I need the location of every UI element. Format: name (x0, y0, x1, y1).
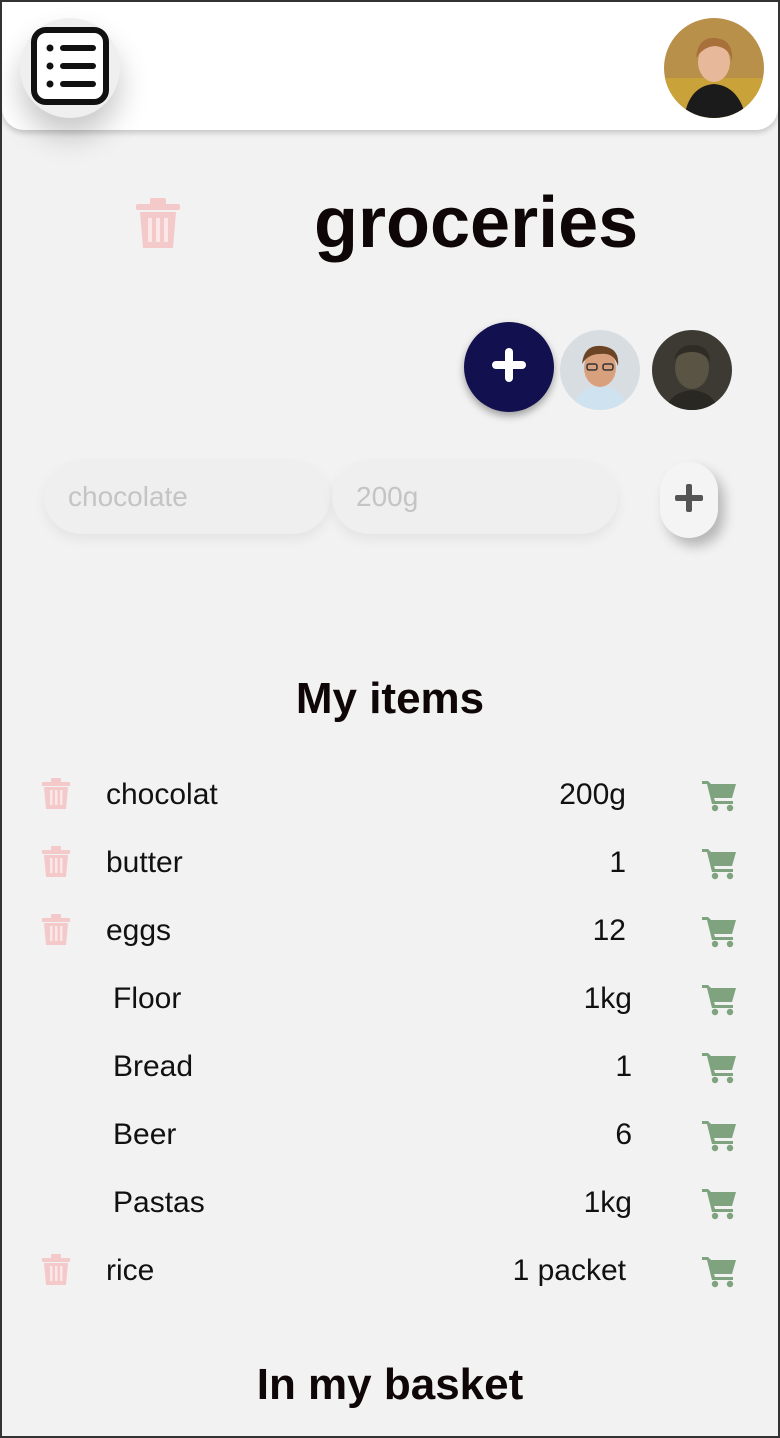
member-avatar[interactable] (560, 330, 640, 410)
add-item-button[interactable] (660, 462, 718, 538)
cart-icon[interactable] (702, 778, 738, 817)
trash-icon[interactable] (42, 846, 70, 883)
basket-heading: In my basket (256, 1360, 524, 1409)
cart-icon[interactable] (702, 1254, 738, 1293)
list-item: Floor 1kg (0, 970, 780, 1030)
item-name: Floor (113, 982, 182, 1015)
plus-icon (490, 346, 528, 389)
member-avatar[interactable] (652, 330, 732, 410)
cart-icon[interactable] (702, 982, 738, 1021)
cart-icon[interactable] (702, 1118, 738, 1157)
trash-icon[interactable] (42, 778, 70, 815)
item-name: Bread (113, 1050, 194, 1083)
item-quantity: 1 (615, 1050, 632, 1083)
trash-icon[interactable] (42, 914, 70, 951)
item-quantity: 1kg (583, 982, 632, 1015)
item-quantity: 200g (559, 778, 626, 811)
delete-list-trash-icon[interactable] (136, 198, 180, 255)
cart-icon[interactable] (702, 846, 738, 885)
list-item: Beer 6 (0, 1106, 780, 1166)
item-quantity: 1 (609, 846, 626, 879)
item-name: Beer (113, 1118, 177, 1151)
item-name-input[interactable] (44, 460, 330, 534)
item-name: Pastas (113, 1186, 205, 1219)
add-member-button[interactable] (464, 322, 554, 412)
item-quantity: 12 (592, 914, 626, 947)
cart-icon[interactable] (702, 1186, 738, 1225)
page-title: groceries (314, 183, 639, 263)
list-title-row: groceries (0, 176, 780, 276)
list-menu-icon (30, 26, 110, 111)
user-avatar[interactable] (664, 18, 764, 118)
item-quantity: 1 packet (512, 1254, 626, 1287)
cart-icon[interactable] (702, 914, 738, 953)
trash-icon[interactable] (42, 1254, 70, 1291)
list-item: chocolat 200g (0, 766, 780, 826)
my-items-heading: My items (295, 674, 485, 723)
item-name: chocolat (106, 778, 218, 811)
list-item: rice 1 packet (0, 1242, 780, 1302)
item-name: eggs (106, 914, 172, 947)
list-item: eggs 12 (0, 902, 780, 962)
menu-button[interactable] (20, 18, 120, 118)
item-name: rice (106, 1254, 155, 1287)
list-item: Pastas 1kg (0, 1174, 780, 1234)
item-name: butter (106, 846, 183, 879)
cart-icon[interactable] (702, 1050, 738, 1089)
list-item: butter 1 (0, 834, 780, 894)
item-quantity: 1kg (583, 1186, 632, 1219)
list-item: Bread 1 (0, 1038, 780, 1098)
item-quantity: 6 (615, 1118, 632, 1151)
item-quantity-input[interactable] (332, 460, 618, 534)
plus-icon (674, 483, 704, 518)
top-bar (2, 2, 778, 130)
